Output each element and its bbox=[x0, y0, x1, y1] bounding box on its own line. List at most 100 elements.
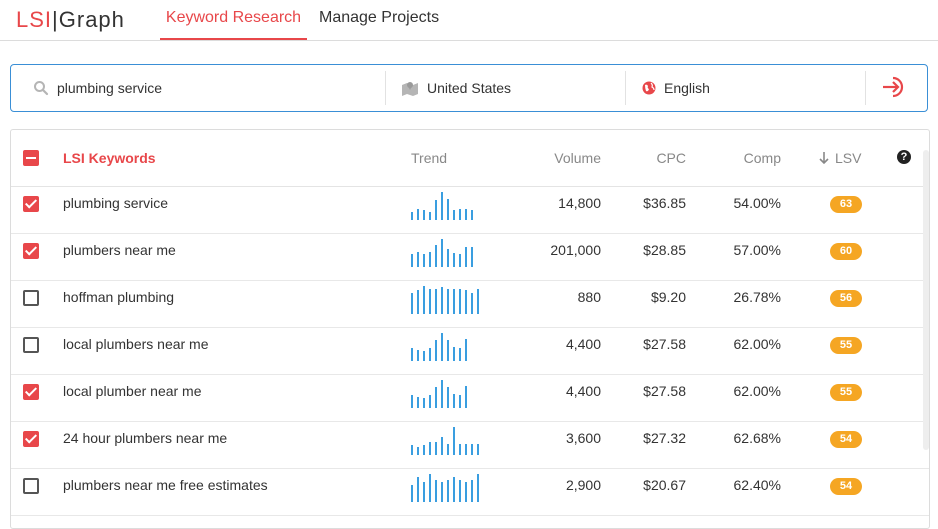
logo-graph-text: Graph bbox=[58, 7, 125, 32]
keyword-cell[interactable]: local plumber near me bbox=[63, 374, 383, 421]
trend-bar bbox=[411, 348, 413, 361]
trend-bar bbox=[459, 348, 461, 361]
column-cpc[interactable]: CPC bbox=[626, 130, 686, 186]
trend-bar bbox=[417, 447, 419, 455]
tab-keyword-research[interactable]: Keyword Research bbox=[160, 0, 307, 40]
volume-cell: 201,000 bbox=[550, 242, 601, 258]
row-checkbox[interactable] bbox=[23, 290, 39, 306]
keyword-cell[interactable]: plumbers near me bbox=[63, 233, 383, 280]
trend-bar bbox=[417, 209, 419, 220]
lsv-badge: 54 bbox=[830, 478, 862, 495]
trend-bar bbox=[417, 350, 419, 361]
keyword-cell[interactable]: plumbers near me free estimates bbox=[63, 468, 383, 515]
scrollbar[interactable] bbox=[923, 150, 929, 450]
trend-bar bbox=[459, 444, 461, 455]
trend-bar bbox=[447, 387, 449, 408]
submit-search-button[interactable] bbox=[879, 65, 909, 111]
comp-cell: 57.00% bbox=[733, 242, 781, 258]
table-row: local plumbers near me 4,400 $27.58 62.00% 5… bbox=[11, 327, 929, 375]
trend-sparkline bbox=[411, 421, 491, 455]
trend-bar bbox=[417, 252, 419, 267]
trend-bar bbox=[411, 395, 413, 408]
trend-bar bbox=[465, 444, 467, 455]
row-checkbox[interactable] bbox=[23, 196, 39, 212]
trend-bar bbox=[465, 209, 467, 220]
row-checkbox[interactable] bbox=[23, 337, 39, 353]
trend-bar bbox=[453, 347, 455, 361]
cpc-cell: $27.58 bbox=[643, 336, 686, 352]
column-volume[interactable]: Volume bbox=[511, 130, 601, 186]
keyword-cell[interactable]: local plumbers near me bbox=[63, 327, 383, 374]
trend-bar bbox=[429, 289, 431, 314]
lsigraph-logo[interactable]: LSI|Graph bbox=[16, 7, 125, 33]
row-checkbox[interactable] bbox=[23, 478, 39, 494]
trend-bar bbox=[411, 212, 413, 220]
comp-cell: 62.00% bbox=[733, 383, 781, 399]
map-icon bbox=[401, 80, 419, 96]
trend-bar bbox=[471, 480, 473, 502]
volume-cell: 4,400 bbox=[565, 336, 601, 352]
lsv-badge: 55 bbox=[830, 337, 862, 354]
row-checkbox[interactable] bbox=[23, 384, 39, 400]
language-selector[interactable]: English bbox=[642, 65, 862, 111]
cpc-cell: $20.67 bbox=[643, 477, 686, 493]
lsv-badge: 60 bbox=[830, 243, 862, 260]
volume-cell: 2,900 bbox=[565, 477, 601, 493]
search-icon bbox=[33, 80, 49, 96]
country-selector[interactable]: United States bbox=[401, 65, 621, 111]
column-lsv[interactable]: LSV bbox=[819, 130, 861, 186]
table-row: plumbers near me 201,000 $28.85 57.00% 60 bbox=[11, 233, 929, 281]
row-checkbox[interactable] bbox=[23, 431, 39, 447]
trend-bar bbox=[417, 290, 419, 314]
enter-arrow-icon bbox=[881, 76, 907, 101]
trend-bar bbox=[423, 351, 425, 361]
keyword-cell[interactable]: hoffman plumbing bbox=[63, 280, 383, 327]
question-icon[interactable]: ? bbox=[897, 150, 911, 164]
trend-bar bbox=[435, 289, 437, 314]
trend-bar bbox=[471, 293, 473, 314]
logo-separator: | bbox=[52, 7, 59, 32]
trend-bar bbox=[441, 333, 443, 361]
trend-bar bbox=[423, 254, 425, 267]
trend-bar bbox=[423, 286, 425, 314]
tab-manage-projects[interactable]: Manage Projects bbox=[315, 0, 443, 40]
volume-cell: 4,400 bbox=[565, 383, 601, 399]
volume-cell: 3,600 bbox=[565, 430, 601, 446]
trend-bar bbox=[453, 427, 455, 455]
cpc-cell: $28.85 bbox=[643, 242, 686, 258]
keyword-cell[interactable]: plumbing service bbox=[63, 186, 383, 233]
trend-bar bbox=[429, 348, 431, 361]
trend-bar bbox=[477, 444, 479, 455]
keyword-input[interactable] bbox=[57, 80, 357, 96]
keyword-cell[interactable]: 24 hour plumbers near me bbox=[63, 421, 383, 468]
top-navigation-bar: LSI|Graph Keyword Research Manage Projec… bbox=[0, 0, 938, 41]
trend-bar bbox=[411, 293, 413, 314]
trend-bar bbox=[423, 445, 425, 455]
cpc-cell: $27.58 bbox=[643, 383, 686, 399]
select-all-checkbox[interactable] bbox=[23, 150, 39, 166]
volume-cell: 14,800 bbox=[558, 195, 601, 211]
trend-bar bbox=[465, 386, 467, 408]
column-comp[interactable]: Comp bbox=[701, 130, 781, 186]
trend-bar bbox=[459, 254, 461, 267]
column-trend[interactable]: Trend bbox=[411, 130, 447, 186]
trend-bar bbox=[411, 254, 413, 267]
table-header: LSI Keywords Trend Volume CPC Comp LSV ? bbox=[11, 130, 929, 187]
trend-bar bbox=[471, 444, 473, 455]
cpc-cell: $27.32 bbox=[643, 430, 686, 446]
trend-bar bbox=[441, 192, 443, 220]
trend-bar bbox=[453, 477, 455, 502]
lsv-badge: 55 bbox=[830, 384, 862, 401]
trend-bar bbox=[447, 444, 449, 455]
trend-bar bbox=[435, 200, 437, 220]
trend-bar bbox=[429, 252, 431, 267]
row-checkbox[interactable] bbox=[23, 243, 39, 259]
trend-bar bbox=[435, 340, 437, 361]
column-lsi-keywords[interactable]: LSI Keywords bbox=[63, 130, 156, 186]
comp-cell: 54.00% bbox=[733, 195, 781, 211]
cpc-cell: $36.85 bbox=[643, 195, 686, 211]
trend-bar bbox=[435, 480, 437, 502]
trend-bar bbox=[471, 210, 473, 220]
trend-bar bbox=[465, 247, 467, 267]
table-row: local plumber near me 4,400 $27.58 62.00% 55 bbox=[11, 374, 929, 422]
